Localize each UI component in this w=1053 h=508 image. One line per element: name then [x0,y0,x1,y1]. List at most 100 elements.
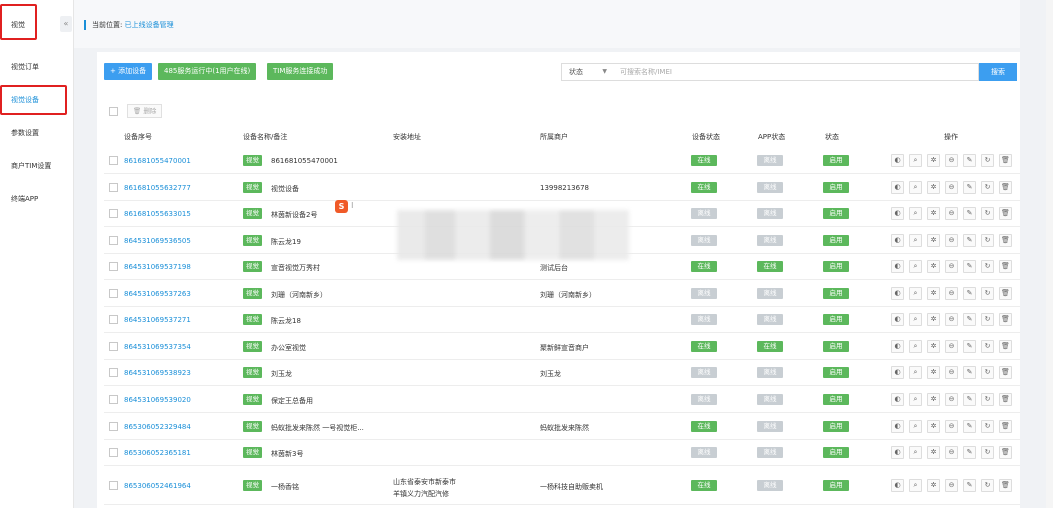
edit-icon[interactable]: ✎ [963,393,976,406]
row-checkbox[interactable] [109,315,118,324]
trash-icon[interactable]: 🗑 [999,154,1012,167]
refresh-icon[interactable]: ↻ [981,479,994,492]
minus-circle-icon[interactable]: ⊖ [945,287,958,300]
refresh-icon[interactable]: ↻ [981,207,994,220]
enabled-status-badge[interactable]: 启用 [823,394,849,405]
minus-circle-icon[interactable]: ⊖ [945,393,958,406]
row-checkbox[interactable] [109,448,118,457]
palette-icon[interactable]: ◐ [891,340,904,353]
row-checkbox[interactable] [109,156,118,165]
edit-icon[interactable]: ✎ [963,479,976,492]
search-icon[interactable]: ⌕ [909,154,922,167]
gear-icon[interactable]: ✲ [927,287,940,300]
palette-icon[interactable]: ◐ [891,260,904,273]
device-imei-link[interactable]: 864531069537263 [124,290,191,298]
add-device-button[interactable]: + 添加设备 [104,63,153,80]
edit-icon[interactable]: ✎ [963,446,976,459]
refresh-icon[interactable]: ↻ [981,181,994,194]
minus-circle-icon[interactable]: ⊖ [945,446,958,459]
palette-icon[interactable]: ◐ [891,393,904,406]
refresh-icon[interactable]: ↻ [981,260,994,273]
search-button[interactable]: 搜索 [979,63,1017,81]
edit-icon[interactable]: ✎ [963,313,976,326]
search-icon[interactable]: ⌕ [909,340,922,353]
row-checkbox[interactable] [109,395,118,404]
edit-icon[interactable]: ✎ [963,234,976,247]
edit-icon[interactable]: ✎ [963,207,976,220]
device-imei-link[interactable]: 865306052461964 [124,482,191,490]
minus-circle-icon[interactable]: ⊖ [945,420,958,433]
search-icon[interactable]: ⌕ [909,393,922,406]
trash-icon[interactable]: 🗑 [999,340,1012,353]
sidebar-item-terminal-app[interactable]: 终端APP [0,188,74,210]
device-imei-link[interactable]: 864531069537198 [124,263,191,271]
enabled-status-badge[interactable]: 启用 [823,367,849,378]
edit-icon[interactable]: ✎ [963,420,976,433]
enabled-status-badge[interactable]: 启用 [823,182,849,193]
refresh-icon[interactable]: ↻ [981,420,994,433]
row-checkbox[interactable] [109,481,118,490]
row-checkbox[interactable] [109,183,118,192]
palette-icon[interactable]: ◐ [891,154,904,167]
trash-icon[interactable]: 🗑 [999,366,1012,379]
device-imei-link[interactable]: 864531069538923 [124,369,191,377]
palette-icon[interactable]: ◐ [891,479,904,492]
device-imei-link[interactable]: 861681055633015 [124,210,191,218]
enabled-status-badge[interactable]: 启用 [823,261,849,272]
gear-icon[interactable]: ✲ [927,340,940,353]
input-method-icon[interactable]: S [335,200,348,213]
edit-icon[interactable]: ✎ [963,181,976,194]
trash-icon[interactable]: 🗑 [999,287,1012,300]
gear-icon[interactable]: ✲ [927,260,940,273]
trash-icon[interactable]: 🗑 [999,313,1012,326]
trash-icon[interactable]: 🗑 [999,234,1012,247]
search-icon[interactable]: ⌕ [909,420,922,433]
trash-icon[interactable]: 🗑 [999,393,1012,406]
search-icon[interactable]: ⌕ [909,479,922,492]
trash-icon[interactable]: 🗑 [999,420,1012,433]
palette-icon[interactable]: ◐ [891,366,904,379]
enabled-status-badge[interactable]: 启用 [823,447,849,458]
palette-icon[interactable]: ◐ [891,287,904,300]
device-imei-link[interactable]: 864531069536505 [124,237,191,245]
minus-circle-icon[interactable]: ⊖ [945,207,958,220]
device-imei-link[interactable]: 861681055632777 [124,184,191,192]
trash-icon[interactable]: 🗑 [999,207,1012,220]
refresh-icon[interactable]: ↻ [981,340,994,353]
breadcrumb-current[interactable]: 已上线设备管理 [125,21,174,29]
minus-circle-icon[interactable]: ⊖ [945,313,958,326]
edit-icon[interactable]: ✎ [963,366,976,379]
refresh-icon[interactable]: ↻ [981,234,994,247]
device-imei-link[interactable]: 864531069539020 [124,396,191,404]
minus-circle-icon[interactable]: ⊖ [945,260,958,273]
enabled-status-badge[interactable]: 启用 [823,341,849,352]
search-icon[interactable]: ⌕ [909,207,922,220]
minus-circle-icon[interactable]: ⊖ [945,479,958,492]
palette-icon[interactable]: ◐ [891,420,904,433]
trash-icon[interactable]: 🗑 [999,260,1012,273]
minus-circle-icon[interactable]: ⊖ [945,154,958,167]
search-icon[interactable]: ⌕ [909,287,922,300]
refresh-icon[interactable]: ↻ [981,446,994,459]
gear-icon[interactable]: ✲ [927,420,940,433]
enabled-status-badge[interactable]: 启用 [823,155,849,166]
refresh-icon[interactable]: ↻ [981,287,994,300]
row-checkbox[interactable] [109,422,118,431]
refresh-icon[interactable]: ↻ [981,366,994,379]
trash-icon[interactable]: 🗑 [999,181,1012,194]
refresh-icon[interactable]: ↻ [981,313,994,326]
sidebar-item-vision-devices[interactable]: 视觉设备 [0,89,74,111]
row-checkbox[interactable] [109,262,118,271]
enabled-status-badge[interactable]: 启用 [823,288,849,299]
gear-icon[interactable]: ✲ [927,234,940,247]
sidebar-item-parameter-settings[interactable]: 参数设置 [0,122,74,144]
bulk-delete-button[interactable]: 🗑 删除 [127,104,163,118]
gear-icon[interactable]: ✲ [927,393,940,406]
search-input[interactable] [612,63,979,81]
search-icon[interactable]: ⌕ [909,181,922,194]
palette-icon[interactable]: ◐ [891,234,904,247]
enabled-status-badge[interactable]: 启用 [823,314,849,325]
service-status-button[interactable]: 485服务运行中(1用户在线) [158,63,257,80]
edit-icon[interactable]: ✎ [963,260,976,273]
sidebar-item-vision-orders[interactable]: 视觉订单 [0,56,74,78]
